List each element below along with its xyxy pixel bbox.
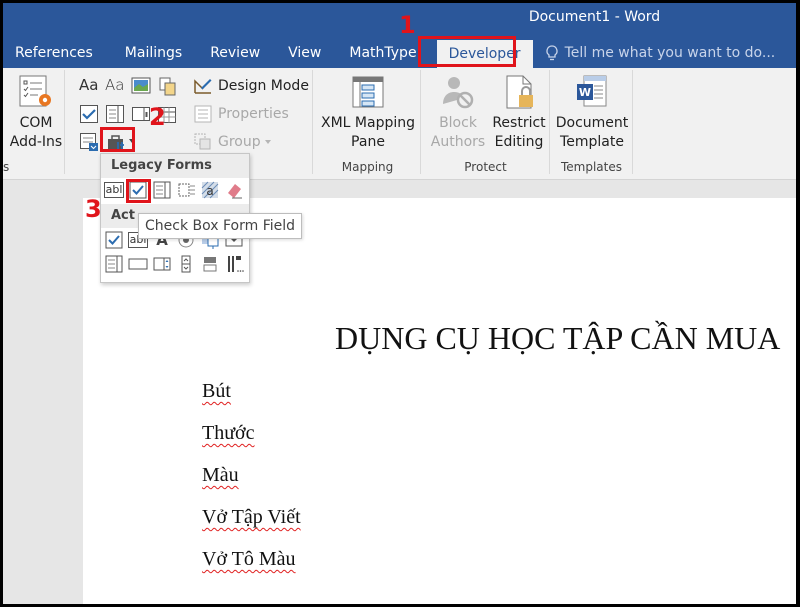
properties-label: Properties [218,106,289,122]
design-mode-icon [194,79,212,94]
combo-box-content-control-icon[interactable] [105,104,125,124]
word-document-template-icon: W [577,75,607,107]
list-item: Thước [202,422,255,444]
tab-view[interactable]: View [272,37,333,68]
tell-me-search[interactable]: Tell me what you want to do... [533,37,776,68]
building-block-gallery-icon[interactable] [157,76,177,96]
activex-list-box-icon[interactable] [104,254,124,274]
group-templates: W Document Template Templates [551,70,633,174]
com-addins-button[interactable]: COM Add-Ins [9,74,63,152]
activex-spin-button-icon[interactable] [176,254,196,274]
annotation-box-checkbox-field [126,179,151,203]
legacy-forms-row: abl a [101,178,249,202]
mapping-group-label: Mapping [341,160,394,174]
list-item: Bút [202,380,231,402]
annotation-step-1: 1 [399,11,416,39]
reset-form-fields-icon[interactable] [224,180,244,200]
block-authors-button[interactable]: Block Authors [428,74,488,152]
xml-mapping-pane-button[interactable]: XML Mapping Pane [315,74,421,152]
templates-group-label: Templates [560,160,622,174]
tab-mailings[interactable]: Mailings [105,37,194,68]
insert-frame-icon[interactable] [176,180,196,200]
document-template-label-1: Document [555,115,629,131]
picture-content-control-icon[interactable] [131,76,151,96]
lightbulb-icon [545,44,558,60]
tab-review[interactable]: Review [194,37,272,68]
restrict-editing-button[interactable]: Restrict Editing [488,74,550,152]
addins-group-label: s [3,160,10,174]
xml-mapping-label-1: XML Mapping [320,115,415,131]
annotation-step-2: 2 [149,103,166,131]
restrict-editing-label-2: Editing [494,134,544,150]
tab-mathtype[interactable]: MathType [333,37,428,68]
form-field-shading-icon[interactable]: a [200,180,220,200]
block-authors-icon [443,77,474,109]
list-item: Màu [202,464,239,486]
tab-references[interactable]: References [3,37,105,68]
more-controls-icon[interactable] [224,254,244,274]
xml-mapping-icon [352,76,384,108]
block-authors-label-2: Authors [430,134,486,150]
properties-button[interactable]: Properties [193,104,289,124]
activex-toggle-button-icon[interactable] [200,254,220,274]
annotation-step-3: 3 [85,195,102,223]
group-button[interactable]: Group [193,132,271,152]
legacy-forms-header: Legacy Forms [101,154,249,178]
group-icon [194,133,211,150]
annotation-box-legacy-tools [100,127,135,152]
word-window: Document1 - Word References Mailings Rev… [3,3,796,604]
list-item: Vở Tô Màu [202,548,296,570]
repeating-section-content-control-icon[interactable] [79,132,99,152]
drop-down-form-field-icon[interactable] [152,180,172,200]
group-mapping: XML Mapping Pane Mapping [315,70,421,174]
properties-icon [194,105,212,123]
block-authors-label-1: Block [439,115,477,131]
com-addins-icon [19,75,51,107]
com-addins-label-1: COM [19,115,53,131]
drop-down-list-content-control-icon[interactable] [131,104,151,124]
checkbox-content-control-icon[interactable] [79,104,99,124]
svg-text:W: W [579,86,591,99]
document-template-label-2: Template [560,134,624,150]
restrict-editing-icon [506,75,533,109]
design-mode-button[interactable]: Design Mode [193,76,309,96]
restrict-editing-label-1: Restrict [492,115,546,131]
rich-text-content-control-icon[interactable]: Aa [79,76,99,96]
svg-text:a: a [206,184,213,198]
design-mode-label: Design Mode [218,78,309,94]
plain-text-content-control-icon[interactable]: Aa [105,76,125,96]
activex-scroll-list-icon[interactable] [152,254,172,274]
protect-group-label: Protect [464,160,507,174]
annotation-box-developer-tab [418,36,516,67]
group-addins: COM Add-Ins s [3,70,65,174]
group-protect: Block Authors Restrict Editing Protect [422,70,550,174]
group-dropdown-arrow [264,140,271,144]
tell-me-placeholder: Tell me what you want to do... [564,44,776,61]
activex-command-button-icon[interactable] [128,254,148,274]
com-addins-label-2: Add-Ins [9,134,63,150]
document-heading: DỤNG CỤ HỌC TẬP CẦN MUA [335,320,781,356]
activex-checkbox-icon[interactable] [104,230,124,250]
document-template-button[interactable]: W Document Template [551,74,633,152]
xml-mapping-label-2: Pane [351,134,385,150]
check-box-form-field-tooltip: Check Box Form Field [138,213,303,239]
ribbon-tabs: References Mailings Review View MathType… [3,37,775,68]
group-label: Group [218,134,261,150]
text-form-field-icon[interactable]: abl [103,180,125,200]
activex-row-2 [101,252,249,276]
list-item: Vở Tập Viết [202,506,301,528]
